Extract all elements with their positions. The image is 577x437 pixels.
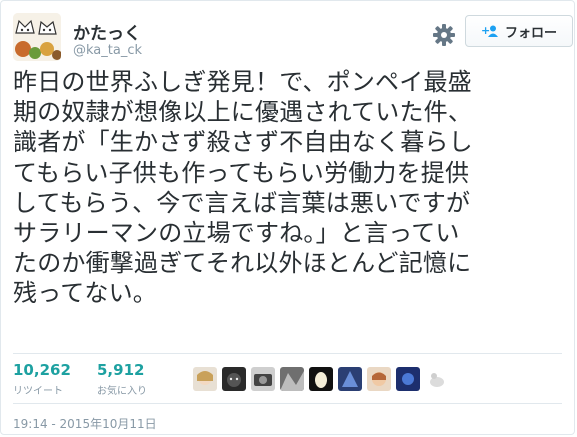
tweet-line: してもらう、今で言えば言葉は悪いですが (13, 188, 471, 217)
tweet-line: てもらい子供も作ってもらい労働力を提供 (13, 158, 470, 187)
follow-button[interactable]: + フォロー (465, 15, 573, 47)
gear-icon[interactable] (431, 22, 457, 48)
favoriter-avatar[interactable] (367, 367, 391, 391)
svg-text:+: + (481, 24, 490, 37)
favoriter-avatar[interactable] (338, 367, 362, 391)
follow-label: フォロー (504, 25, 557, 41)
retweet-label: リツイート (13, 386, 63, 397)
tweet-stats: 10,262 リツイート 5,912 お気に入り (13, 359, 569, 399)
avatar[interactable] (13, 13, 61, 61)
favoriter-avatar[interactable] (425, 367, 449, 391)
tweet-line: 期の奴隷が想像以上に優遇されていた件、 (13, 98, 473, 127)
tweet-line: サラリーマンの立場ですね。」と言ってい (13, 219, 460, 248)
favoriter-avatar[interactable] (251, 367, 275, 391)
add-user-icon: + (481, 24, 498, 37)
display-name[interactable]: かたっく (73, 19, 141, 44)
favoriter-avatar[interactable] (222, 367, 246, 391)
favoriter-avatar[interactable] (309, 367, 333, 391)
retweet-stat[interactable]: 10,262 リツイート (13, 361, 71, 397)
favoriter-avatar[interactable] (193, 367, 217, 391)
favoriter-avatar[interactable] (396, 367, 420, 391)
tweet-line: 残ってない。 (13, 279, 157, 308)
divider (13, 403, 562, 404)
tweet-line: たのか衝撃過ぎてそれ以外ほとんど記憶に (13, 249, 472, 278)
tweet-timestamp[interactable]: 19:14 - 2015年10月11日 (13, 415, 157, 432)
tweet-text: 昨日の世界ふしぎ発見！で、ポンペイ最盛 期の奴隷が想像以上に優遇されていた件、 … (13, 67, 569, 309)
tweet-card: かたっく @ka_ta_ck + フォロー 昨日の世界ふしぎ発見！で、ポンペイ最… (0, 0, 575, 435)
favorite-stat[interactable]: 5,912 お気に入り (97, 361, 147, 397)
retweet-count: 10,262 (13, 361, 71, 379)
favoriter-avatar[interactable] (280, 367, 304, 391)
favorite-label: お気に入り (97, 386, 147, 397)
tweet-line: 識者が「生かさず殺さず不自由なく暮らし (13, 128, 473, 157)
divider (13, 353, 562, 354)
favorite-count: 5,912 (97, 361, 145, 379)
tweet-line: 昨日の世界ふしぎ発見！で、ポンペイ最盛 (13, 68, 472, 96)
favoriter-avatars (193, 367, 454, 391)
cat-avatar-icon (13, 13, 61, 61)
tweet-header: かたっく @ka_ta_ck + フォロー (13, 13, 573, 65)
screen-name[interactable]: @ka_ta_ck (73, 43, 142, 58)
